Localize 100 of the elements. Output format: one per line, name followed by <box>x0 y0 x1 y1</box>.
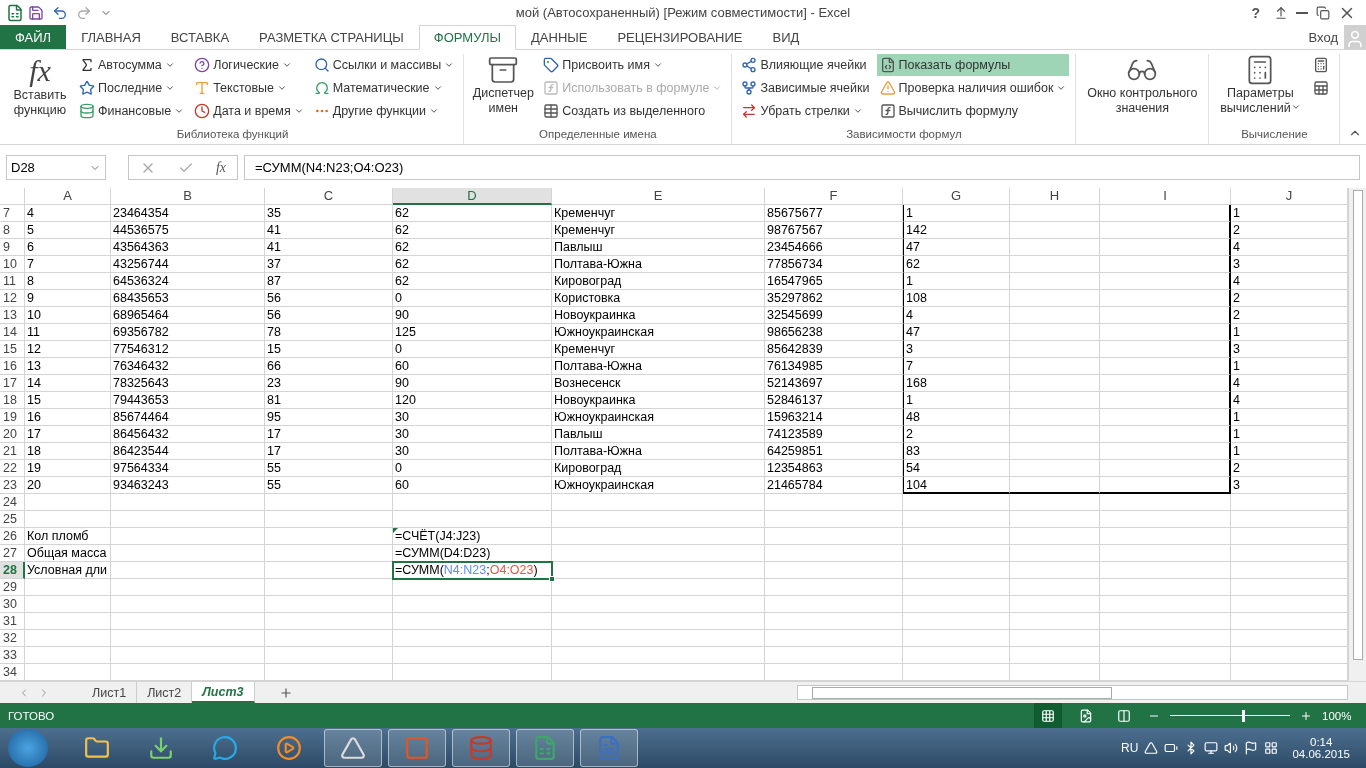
ribbon-button[interactable]: fx Вставить функцию <box>8 54 72 126</box>
normal-view-button[interactable] <box>1034 703 1062 728</box>
ribbon-button[interactable]: Влияющие ячейки <box>738 54 873 76</box>
row-header[interactable]: 14 <box>0 324 25 341</box>
row-header[interactable]: 24 <box>0 494 25 511</box>
ribbon-button[interactable]: Математические <box>310 77 458 99</box>
taskbar-button[interactable] <box>580 729 638 767</box>
ribbon-button[interactable]: Финансовые <box>76 100 188 122</box>
row-header[interactable]: 30 <box>0 596 25 613</box>
clock-icon <box>194 103 211 119</box>
row-header[interactable]: 23 <box>0 477 25 494</box>
zoom-in-icon[interactable] <box>1300 709 1312 722</box>
column-header[interactable]: D <box>393 188 552 205</box>
ribbon-tab[interactable]: ФАЙЛ <box>0 25 67 49</box>
ribbon-button[interactable]: Параметры вычислений <box>1215 54 1306 126</box>
sign-in-link[interactable]: Вход <box>1308 29 1344 45</box>
row-header[interactable]: 29 <box>0 579 25 596</box>
column-header[interactable]: A <box>25 188 111 205</box>
name-box[interactable]: D28 <box>6 155 106 180</box>
column-header[interactable]: B <box>111 188 265 205</box>
row-header[interactable]: 25 <box>0 511 25 528</box>
row-header[interactable]: 20 <box>0 426 25 443</box>
ribbon-button[interactable]: Диспетчер имен <box>470 54 537 126</box>
ribbon-button[interactable]: Создать из выделенного <box>540 100 726 122</box>
fill-handle[interactable] <box>549 576 555 582</box>
row-header[interactable]: 19 <box>0 409 25 426</box>
sheet-tab[interactable]: Лист3 <box>192 682 255 703</box>
ribbon-button[interactable]: Другие функции <box>310 100 458 122</box>
taskbar-button[interactable] <box>324 729 382 767</box>
taskbar-button[interactable] <box>388 729 446 767</box>
flag-icon[interactable] <box>1244 741 1259 755</box>
nodes-icon <box>741 80 758 96</box>
ribbon-button[interactable]: Ссылки и массивы <box>310 54 458 76</box>
table-cell: 60 <box>393 477 552 494</box>
table-cell: Вознесенск <box>552 375 765 392</box>
row-header[interactable]: 7 <box>0 205 25 222</box>
table-cell: 90 <box>393 307 552 324</box>
row-header[interactable]: 22 <box>0 460 25 477</box>
row-header[interactable]: 32 <box>0 630 25 647</box>
row-header[interactable]: 9 <box>0 239 25 256</box>
clock[interactable]: 0:14 04.06.2015 <box>1284 736 1358 760</box>
ribbon-button[interactable]: Логические <box>191 54 307 76</box>
taskbar-button[interactable] <box>452 729 510 767</box>
ribbon-button[interactable]: Показать формулы <box>876 54 1070 76</box>
ribbon-button[interactable]: Автосумма <box>76 54 188 76</box>
ribbon-button[interactable]: Последние <box>76 77 188 99</box>
battery-icon[interactable] <box>1164 741 1179 755</box>
row-header[interactable]: 31 <box>0 613 25 630</box>
row-header[interactable]: 12 <box>0 290 25 307</box>
network-icon[interactable] <box>1264 741 1279 755</box>
ribbon-button[interactable]: Дата и время <box>191 100 307 122</box>
table-cell: 48 <box>903 409 1010 426</box>
ribbon-button[interactable]: Убрать стрелки <box>738 100 873 122</box>
volume-icon[interactable] <box>1224 741 1239 755</box>
column-header[interactable]: G <box>903 188 1010 205</box>
row-header[interactable]: 10 <box>0 256 25 273</box>
row-header[interactable]: 16 <box>0 358 25 375</box>
column-header[interactable]: F <box>765 188 903 205</box>
table-cell: 98767567 <box>765 222 903 239</box>
row-header[interactable]: 18 <box>0 392 25 409</box>
row-header[interactable]: 8 <box>0 222 25 239</box>
row-header[interactable]: 34 <box>0 664 25 681</box>
ribbon-button[interactable]: Вычислить формулу <box>876 100 1070 122</box>
horizontal-scrollbar[interactable] <box>796 685 1348 700</box>
warning-icon <box>879 80 896 96</box>
row-header[interactable]: 13 <box>0 307 25 324</box>
column-header[interactable]: H <box>1010 188 1100 205</box>
zoom-thumb[interactable] <box>1242 709 1245 722</box>
row-header[interactable]: 26 <box>0 528 25 545</box>
ribbon-button[interactable]: Текстовые <box>191 77 307 99</box>
triangle-icon[interactable] <box>1144 741 1159 755</box>
row-header[interactable]: 33 <box>0 647 25 664</box>
language-indicator[interactable]: RU <box>1121 741 1139 755</box>
column-header[interactable]: C <box>265 188 393 205</box>
row-header[interactable]: 21 <box>0 443 25 460</box>
insert-function-button[interactable]: fx <box>215 159 226 176</box>
formula-field[interactable]: =СУММ(N4:N23;O4:O23) <box>244 155 1360 180</box>
row-header[interactable]: 28 <box>0 562 25 579</box>
table-cell: 120 <box>393 392 552 409</box>
omega-icon <box>313 80 330 96</box>
help-button[interactable]: ? <box>1241 4 1270 21</box>
taskbar-button[interactable] <box>516 729 574 767</box>
ribbon-button[interactable]: Проверка наличия ошибок <box>876 77 1070 99</box>
table-cell: 76134985 <box>765 358 903 375</box>
vertical-scrollbar[interactable] <box>1348 188 1366 681</box>
column-header[interactable]: E <box>552 188 765 205</box>
play-icon <box>276 735 302 761</box>
square-icon <box>404 735 430 761</box>
ribbon-tab[interactable]: ФОРМУЛЫ <box>418 25 516 50</box>
row-header[interactable]: 15 <box>0 341 25 358</box>
column-header[interactable]: J <box>1231 188 1348 205</box>
column-header[interactable]: I <box>1100 188 1231 205</box>
row-header[interactable]: 17 <box>0 375 25 392</box>
row-header[interactable]: 27 <box>0 545 25 562</box>
ribbon-button[interactable]: Присвоить имя <box>540 54 726 76</box>
row-header[interactable]: 11 <box>0 273 25 290</box>
ribbon-button[interactable]: Окно контрольного значения <box>1082 54 1203 126</box>
start-button[interactable] <box>8 729 48 767</box>
monitor-icon[interactable] <box>1204 741 1219 755</box>
ribbon-button[interactable]: Зависимые ячейки <box>738 77 873 99</box>
